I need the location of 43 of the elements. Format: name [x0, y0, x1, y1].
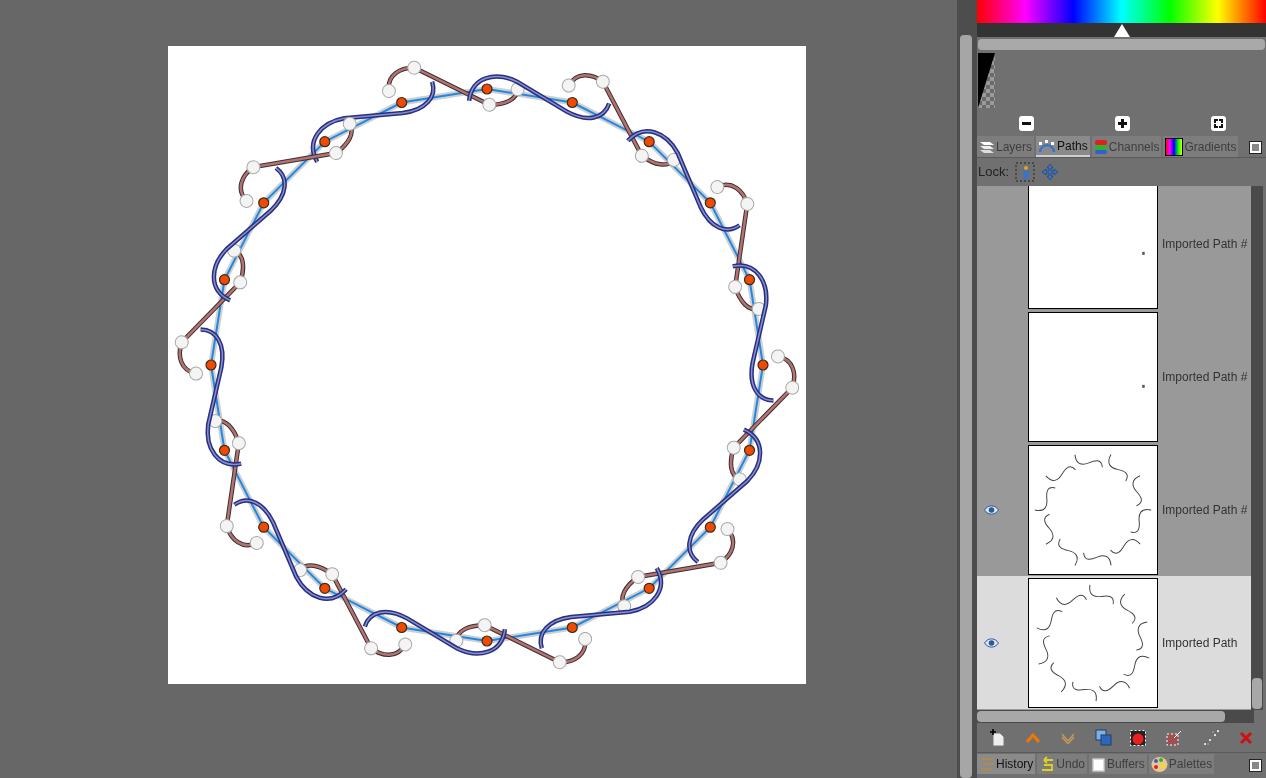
zoom-out-icon[interactable]: [1018, 116, 1034, 131]
dock-tab[interactable]: Palettes: [1148, 754, 1215, 774]
gradient-swatch-icon: [978, 53, 995, 108]
history-icon: [979, 756, 995, 772]
tab-menu-icon[interactable]: [1249, 759, 1262, 772]
path-name: Imported Path: [1162, 634, 1238, 652]
gradients-icon: [1165, 137, 1184, 156]
dock-tab[interactable]: Layers: [977, 136, 1035, 157]
scrollbar[interactable]: [960, 35, 972, 778]
selection-to-path-icon[interactable]: [1165, 728, 1184, 747]
zoom-in-icon[interactable]: [1114, 116, 1130, 131]
dock-tab[interactable]: Undo: [1037, 754, 1088, 774]
hue-bar[interactable]: [977, 0, 1266, 23]
eye-icon[interactable]: [983, 504, 999, 515]
fit-icon[interactable]: [1210, 116, 1226, 131]
scrollbar-thumb[interactable]: [1252, 678, 1262, 709]
lock-label: Lock:: [978, 162, 1010, 181]
tab-menu-icon[interactable]: [1249, 141, 1262, 154]
hue-slider-track[interactable]: [977, 23, 1266, 37]
channels-icon: [1093, 138, 1108, 155]
dock-tab[interactable]: Gradients: [1163, 136, 1239, 157]
path-name: Imported Path #: [1162, 368, 1248, 386]
path-name: Imported Path #: [1162, 235, 1248, 253]
eye-icon[interactable]: [983, 637, 999, 648]
dock-tab[interactable]: Paths: [1036, 136, 1090, 157]
path-to-selection-icon[interactable]: [1130, 729, 1147, 746]
dock-tab[interactable]: Channels: [1091, 136, 1162, 157]
palette-icon: [1150, 755, 1168, 773]
duplicate-icon[interactable]: [1094, 729, 1112, 746]
horizontal-scrollbar[interactable]: [977, 710, 1254, 723]
scrollbar-thumb[interactable]: [977, 711, 1225, 722]
paths-icon: [1038, 138, 1057, 153]
layers-icon: [979, 139, 995, 154]
undo-icon: [1039, 756, 1056, 772]
lock-strokes-icon[interactable]: [1015, 161, 1036, 182]
dock-tab[interactable]: Buffers: [1089, 754, 1147, 774]
new-path-icon[interactable]: [990, 728, 1007, 747]
dock-tab[interactable]: History: [977, 754, 1036, 774]
stroke-path-icon[interactable]: [1201, 728, 1220, 747]
clipboard-icon: [1091, 755, 1107, 773]
list-scrollbar[interactable]: [1251, 186, 1263, 710]
path-name: Imported Path #: [1162, 501, 1248, 519]
path-row[interactable]: Imported Path: [977, 576, 1251, 709]
